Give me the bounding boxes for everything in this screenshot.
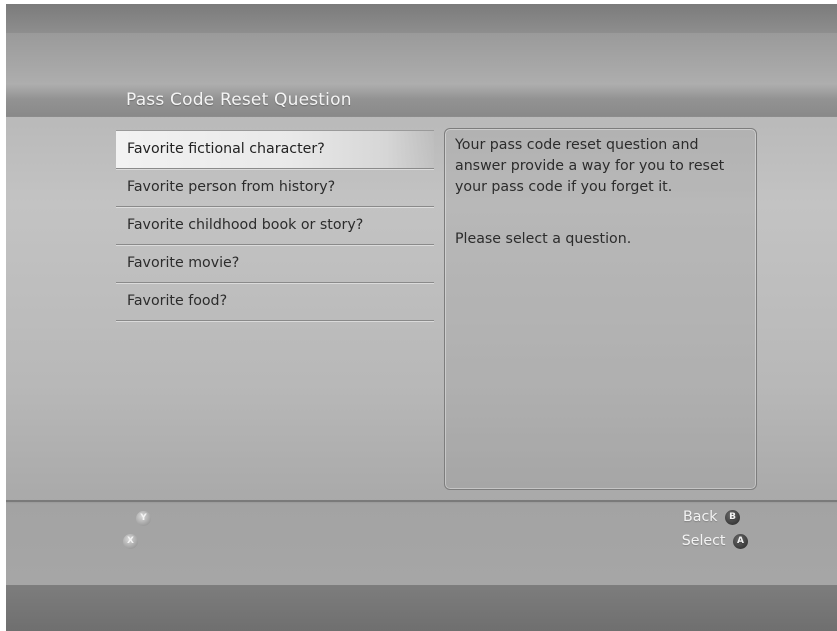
- question-item-person-from-history[interactable]: Favorite person from history?: [116, 169, 434, 207]
- bottom-strip: [6, 585, 837, 631]
- b-button-icon: B: [725, 509, 740, 525]
- top-strip: [6, 4, 837, 33]
- question-item-fictional-character[interactable]: Favorite fictional character?: [116, 130, 434, 169]
- question-list: Favorite fictional character? Favorite p…: [116, 130, 434, 321]
- question-item-childhood-book[interactable]: Favorite childhood book or story?: [116, 207, 434, 245]
- dashboard-screen: Pass Code Reset Question Favorite fictio…: [6, 4, 837, 631]
- back-label: Back: [683, 509, 718, 525]
- select-button[interactable]: Select A: [682, 533, 748, 549]
- info-panel: Your pass code reset question and answer…: [444, 128, 757, 490]
- question-item-movie[interactable]: Favorite movie?: [116, 245, 434, 283]
- question-item-food[interactable]: Favorite food?: [116, 283, 434, 321]
- a-button-icon: A: [733, 533, 748, 549]
- page-title: Pass Code Reset Question: [126, 90, 352, 110]
- info-description: Your pass code reset question and answer…: [455, 137, 725, 195]
- x-button-icon[interactable]: X: [123, 534, 138, 549]
- info-prompt: Please select a question.: [455, 231, 632, 247]
- back-button[interactable]: Back B: [683, 509, 740, 525]
- y-button-icon[interactable]: Y: [136, 511, 151, 526]
- select-label: Select: [681, 533, 726, 549]
